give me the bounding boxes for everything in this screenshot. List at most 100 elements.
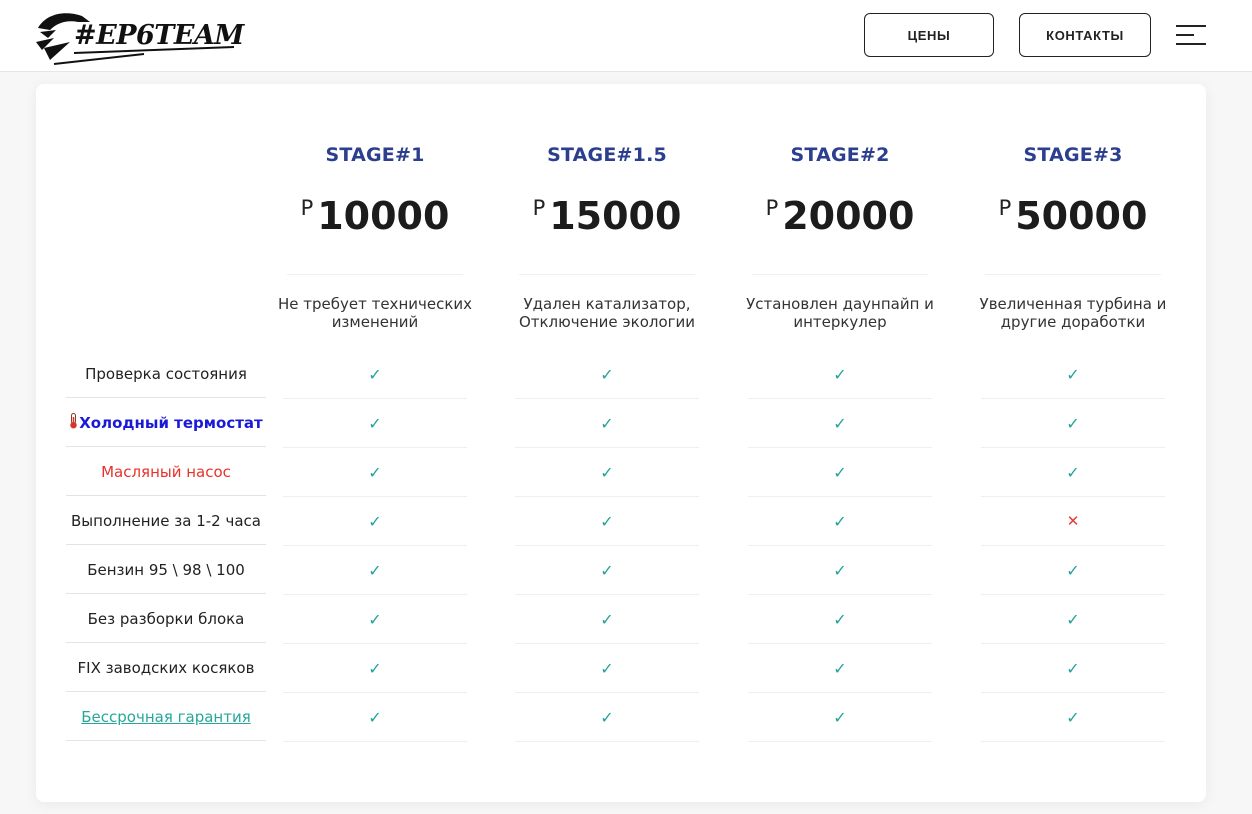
plan-column-stage1-5: STAGE#1.5 Р 15000 — [491, 144, 723, 244]
feature-cell: ✓ — [283, 644, 467, 693]
feature-cell: ✓ — [283, 448, 467, 497]
price-amount: 10000 — [317, 194, 450, 238]
feature-label-text: Холодный термостат — [79, 413, 263, 432]
check-icon: ✓ — [1066, 560, 1080, 580]
feature-cell: ✓ — [283, 497, 467, 546]
check-icon: ✓ — [833, 707, 847, 727]
thermometer-icon — [69, 412, 78, 433]
check-icon: ✓ — [833, 609, 847, 629]
feature-label: FIX заводских косяков — [66, 644, 266, 692]
logo[interactable]: #EP6TEAM — [34, 8, 244, 66]
check-icon: ✓ — [1066, 707, 1080, 727]
plan-title: STAGE#2 — [790, 144, 890, 166]
feature-label: Проверка состояния — [66, 350, 266, 398]
feature-cell: ✓ — [515, 497, 699, 546]
plan-price: Р 50000 — [957, 194, 1189, 244]
feature-cell: ✓ — [748, 497, 932, 546]
plan-title: STAGE#1.5 — [547, 144, 667, 166]
check-icon: ✓ — [833, 658, 847, 678]
plan-description: Не требует технических изменений — [277, 295, 473, 331]
check-icon: ✓ — [600, 609, 614, 629]
feature-cell: ✓ — [283, 546, 467, 595]
feature-cell: ✓ — [981, 399, 1165, 448]
plan-description: Установлен даунпайп и интеркулер — [746, 295, 934, 331]
feature-label: Масляный насос — [66, 448, 266, 496]
check-icon: ✓ — [833, 413, 847, 433]
ruble-sign: Р — [998, 196, 1012, 220]
plan-price: Р 10000 — [259, 194, 491, 244]
plan-description: Удален катализатор, Отключение экологии — [518, 295, 696, 331]
check-icon: ✓ — [1066, 364, 1080, 384]
check-icon: ✓ — [1066, 609, 1080, 629]
feature-cell: ✓ — [515, 595, 699, 644]
check-icon: ✓ — [833, 462, 847, 482]
plan-title: STAGE#1 — [325, 144, 425, 166]
check-icon: ✓ — [368, 658, 382, 678]
check-icon: ✓ — [368, 413, 382, 433]
feature-cell: ✓ — [515, 644, 699, 693]
plan-column-stage3: STAGE#3 Р 50000 — [957, 144, 1189, 244]
plan-price: Р 15000 — [491, 194, 723, 244]
ruble-sign: Р — [532, 196, 546, 220]
prices-button[interactable]: ЦЕНЫ — [864, 13, 994, 57]
price-amount: 15000 — [549, 194, 682, 238]
check-icon: ✓ — [1066, 462, 1080, 482]
feature-cell: ✓ — [283, 693, 467, 742]
feature-cell: ✓ — [981, 546, 1165, 595]
check-icon: ✓ — [833, 364, 847, 384]
price-amount: 20000 — [782, 194, 915, 238]
check-icon: ✓ — [368, 462, 382, 482]
check-icon: ✓ — [600, 560, 614, 580]
logo-text: #EP6TEAM — [74, 20, 244, 51]
ruble-sign: Р — [300, 196, 314, 220]
check-icon: ✓ — [600, 462, 614, 482]
price-amount: 50000 — [1015, 194, 1148, 238]
feature-cell: ✓ — [283, 399, 467, 448]
feature-cell: ✓ — [981, 693, 1165, 742]
feature-cell: ✓ — [515, 546, 699, 595]
feature-cell: ✓ — [283, 595, 467, 644]
divider — [985, 274, 1161, 275]
plan-column-stage1: STAGE#1 Р 10000 — [259, 144, 491, 244]
feature-cell: ✓ — [515, 399, 699, 448]
feature-cell: ✓ — [981, 350, 1165, 399]
plan-price: Р 20000 — [724, 194, 956, 244]
divider — [287, 274, 463, 275]
feature-cell: ✓ — [748, 350, 932, 399]
feature-cell: ✓ — [748, 546, 932, 595]
pricing-table: STAGE#1 Р 10000 STAGE#1.5 Р 15000 STAGE#… — [36, 84, 1206, 802]
check-icon: ✓ — [600, 707, 614, 727]
check-icon: ✓ — [368, 364, 382, 384]
feature-cell: ✓ — [981, 644, 1165, 693]
check-icon: ✓ — [600, 413, 614, 433]
check-icon: ✓ — [833, 511, 847, 531]
feature-cell: ✓ — [981, 595, 1165, 644]
divider — [519, 274, 695, 275]
check-icon: ✓ — [1066, 658, 1080, 678]
check-icon: ✓ — [600, 364, 614, 384]
feature-cell: ✓ — [748, 644, 932, 693]
feature-cell: ✓ — [981, 448, 1165, 497]
check-icon: ✓ — [600, 658, 614, 678]
feature-cell: ✓ — [748, 399, 932, 448]
contacts-button[interactable]: КОНТАКТЫ — [1019, 13, 1151, 57]
warranty-link[interactable]: Бессрочная гарантия — [66, 693, 266, 741]
check-icon: ✓ — [833, 560, 847, 580]
check-icon: ✓ — [1066, 413, 1080, 433]
feature-cell: ✓ — [748, 448, 932, 497]
plan-title: STAGE#3 — [1023, 144, 1123, 166]
menu-icon[interactable] — [1174, 22, 1208, 48]
check-icon: ✓ — [368, 707, 382, 727]
divider — [752, 274, 928, 275]
feature-label: Бензин 95 \ 98 \ 100 — [66, 546, 266, 594]
ruble-sign: Р — [765, 196, 779, 220]
feature-label: Без разборки блока — [66, 595, 266, 643]
feature-label: Холодный термостат — [66, 399, 266, 447]
plan-description: Увеличенная турбина и другие доработки — [979, 295, 1167, 331]
feature-label: Выполнение за 1-2 часа — [66, 497, 266, 545]
site-header: #EP6TEAM ЦЕНЫ КОНТАКТЫ — [0, 0, 1252, 72]
feature-cell: ✕ — [981, 497, 1165, 546]
check-icon: ✓ — [368, 609, 382, 629]
feature-cell: ✓ — [748, 595, 932, 644]
feature-cell: ✓ — [515, 448, 699, 497]
